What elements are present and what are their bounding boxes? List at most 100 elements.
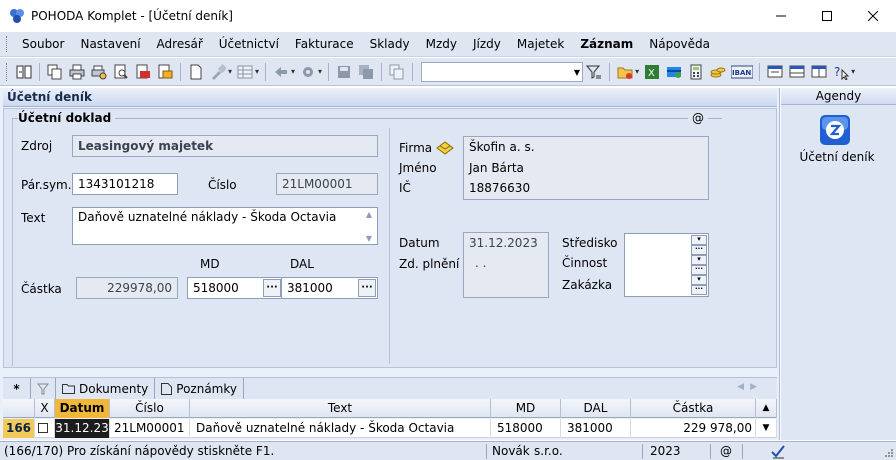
filter-button[interactable]	[584, 62, 604, 82]
toolbar: ▾ ▾ ▾ ▾ ▼ ▾ X IBAN ? ▾	[0, 58, 896, 86]
iban-button[interactable]: IBAN	[730, 62, 754, 82]
tools-button[interactable]	[298, 62, 318, 82]
menu-majetek[interactable]: Majetek	[509, 37, 572, 51]
column-cislo[interactable]: Číslo	[110, 399, 190, 418]
menu-ucetnictvi[interactable]: Účetnictví	[211, 37, 287, 51]
column-rownum[interactable]	[3, 399, 35, 418]
zakazka-dropdown-button[interactable]: ▾	[691, 275, 707, 285]
cinnost-lookup-button[interactable]: ···	[691, 265, 707, 275]
menu-grip[interactable]	[6, 36, 9, 52]
cinnost-dropdown-button[interactable]: ▾	[691, 255, 707, 265]
edit-button[interactable]	[208, 62, 228, 82]
table-row[interactable]: 166 31.12.23 21LM00001 Daňově uznatelné …	[3, 419, 777, 438]
menu-nastaveni[interactable]: Nastavení	[72, 37, 148, 51]
tab-filter[interactable]	[31, 377, 56, 400]
menu-mzdy[interactable]: Mzdy	[418, 37, 465, 51]
back-dropdown-icon[interactable]: ▾	[291, 67, 295, 76]
resize-grip-icon[interactable]	[884, 448, 894, 458]
row-checkbox[interactable]	[38, 423, 48, 433]
preview-button[interactable]	[111, 62, 131, 82]
dal-field[interactable]: 381000 ···	[281, 277, 378, 299]
folder-dropdown-icon[interactable]: ▾	[635, 67, 639, 76]
close-button[interactable]	[850, 0, 896, 32]
note-icon	[161, 382, 173, 395]
column-x[interactable]: X	[35, 399, 55, 418]
pdf-button[interactable]	[133, 62, 153, 82]
toolbar-grip[interactable]	[6, 62, 9, 81]
export-sheet-button[interactable]: X	[642, 62, 662, 82]
print-button[interactable]	[67, 62, 87, 82]
minimize-button[interactable]	[758, 0, 804, 32]
status-email[interactable]: @	[720, 442, 732, 460]
journal-agenda-icon[interactable]	[819, 114, 851, 146]
column-dal[interactable]: DAL	[561, 399, 631, 418]
parsym-field[interactable]: 1343101218	[72, 173, 178, 195]
row-checkbox-cell[interactable]	[35, 419, 55, 438]
table-scroll-up-icon[interactable]: ▲	[756, 399, 777, 418]
table-scroll-down-icon[interactable]: ▼	[756, 419, 777, 438]
tools-dropdown-icon[interactable]: ▾	[318, 67, 322, 76]
stredisko-lookup-button[interactable]: ···	[691, 245, 707, 255]
edit-dropdown-icon[interactable]: ▾	[228, 67, 232, 76]
agenda-item-ucetni-denik[interactable]: Účetní deník	[781, 150, 893, 164]
save-button[interactable]	[334, 62, 354, 82]
row-text[interactable]: Daňově uznatelné náklady - Škoda Octavia	[190, 419, 491, 438]
address-book-icon[interactable]	[435, 138, 455, 156]
row-md[interactable]: 518000	[491, 419, 561, 438]
back-button[interactable]	[271, 62, 291, 82]
view-table-button[interactable]	[787, 62, 807, 82]
menu-zaznam[interactable]: Záznam	[572, 37, 641, 51]
view-split-button[interactable]	[809, 62, 829, 82]
row-cislo[interactable]: 21LM00001	[110, 419, 190, 438]
new-record-button[interactable]	[186, 62, 206, 82]
folder-button[interactable]	[615, 62, 635, 82]
stredisko-cinnost-zakazka-field[interactable]: ▾ ··· ▾ ··· ▾ ···	[624, 233, 709, 297]
row-datum[interactable]: 31.12.23	[55, 419, 110, 438]
menu-adresar[interactable]: Adresář	[149, 37, 211, 51]
column-datum[interactable]: Datum	[55, 399, 110, 418]
tab-scroll-arrows-icon[interactable]: ◀▶	[737, 382, 763, 392]
tab-dokumenty[interactable]: Dokumenty	[56, 377, 156, 400]
zakazka-lookup-button[interactable]: ···	[691, 285, 707, 295]
view-form-button[interactable]	[765, 62, 785, 82]
calculator-button[interactable]	[686, 62, 706, 82]
agenda-panel-button[interactable]	[14, 62, 34, 82]
export-button[interactable]	[155, 62, 175, 82]
chevron-down-icon[interactable]: ▼	[574, 68, 580, 77]
column-castka[interactable]: Částka	[631, 399, 756, 418]
text-area[interactable]: Daňově uznatelné náklady - Škoda Octavia…	[72, 207, 378, 245]
castka-field: 229978,00	[76, 277, 178, 299]
stredisko-dropdown-button[interactable]: ▾	[691, 235, 707, 245]
md-lookup-button[interactable]: ···	[263, 279, 281, 297]
quick-search-combo[interactable]: ▼	[421, 61, 584, 82]
copy-button[interactable]	[45, 62, 65, 82]
column-md[interactable]: MD	[491, 399, 561, 418]
menu-jizdy[interactable]: Jízdy	[465, 37, 509, 51]
text-scrollbar[interactable]: ▲ ▼	[362, 209, 376, 244]
menu-napoveda[interactable]: Nápověda	[641, 37, 718, 51]
checkmark-pen-icon[interactable]	[770, 444, 786, 459]
tab-star[interactable]: *	[3, 377, 31, 400]
md-field[interactable]: 518000 ···	[187, 277, 283, 299]
menu-fakturace[interactable]: Fakturace	[287, 37, 362, 51]
form-divider	[389, 128, 390, 364]
column-text[interactable]: Text	[190, 399, 491, 418]
email-at-button[interactable]: @	[688, 111, 708, 125]
dal-lookup-button[interactable]: ···	[358, 279, 376, 297]
row-dal[interactable]: 381000	[561, 419, 631, 438]
help-button[interactable]: ?	[831, 62, 851, 82]
menu-sklady[interactable]: Sklady	[362, 37, 418, 51]
menu-soubor[interactable]: Soubor	[14, 37, 72, 51]
print-settings-button[interactable]	[89, 62, 109, 82]
save-all-button[interactable]	[356, 62, 376, 82]
help-dropdown-icon[interactable]: ▾	[851, 67, 855, 76]
row-castka[interactable]: 229 978,00	[631, 419, 756, 438]
duplicate-button[interactable]	[387, 62, 407, 82]
maximize-button[interactable]	[804, 0, 850, 32]
tab-poznamky[interactable]: Poznámky	[155, 377, 244, 400]
bank-button[interactable]	[664, 62, 684, 82]
detail-tabs: * Dokumenty Poznámky ◀▶	[3, 377, 777, 400]
coins-button[interactable]	[708, 62, 728, 82]
table-button[interactable]	[235, 62, 255, 82]
table-dropdown-icon[interactable]: ▾	[255, 67, 259, 76]
